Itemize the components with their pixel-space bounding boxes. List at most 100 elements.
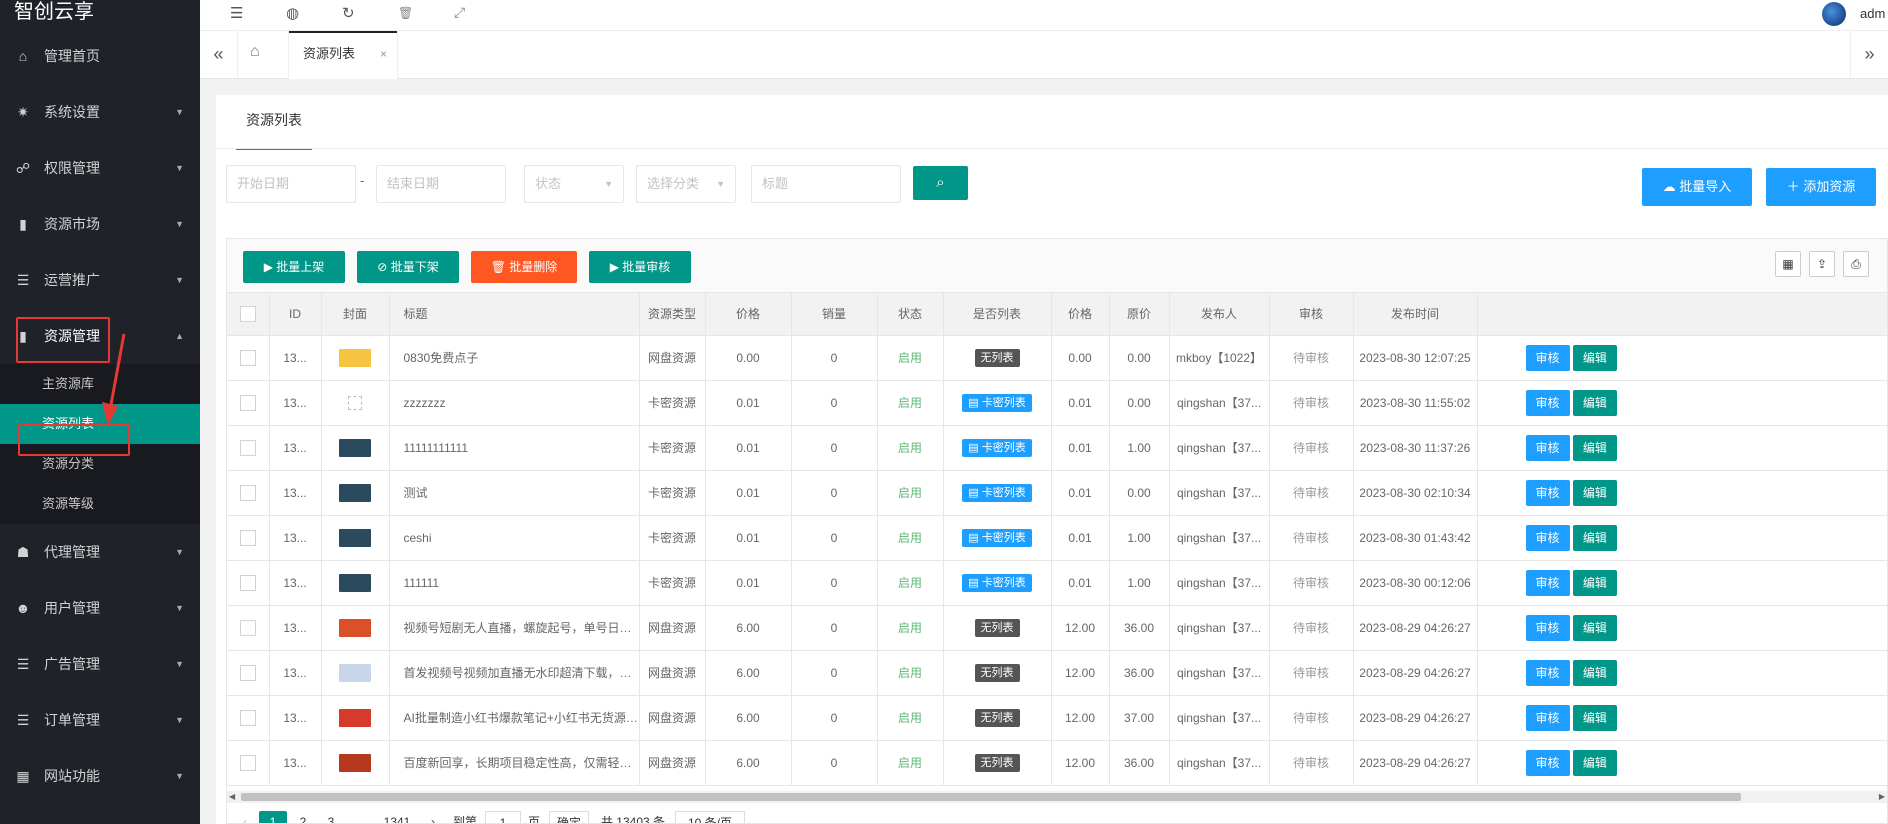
pager-confirm-button[interactable]: 确定 — [549, 811, 589, 823]
columns-filter-icon[interactable]: ▦ — [1775, 251, 1801, 277]
list-badge[interactable]: ▤ 卡密列表 — [962, 528, 1032, 547]
edit-button[interactable]: 编辑 — [1572, 704, 1617, 731]
sidebar-item-7[interactable]: ☻ 用户管理 ▼ — [0, 580, 200, 636]
pager-per-page-select[interactable]: 10 条/页 — [675, 811, 745, 823]
pager-page-2[interactable]: 2 — [291, 811, 315, 823]
title-input[interactable]: 标题 — [751, 165, 901, 203]
start-date-input[interactable]: 开始日期 — [226, 165, 356, 203]
audit-button[interactable]: 审核 — [1525, 569, 1570, 596]
sidebar-item-8[interactable]: ☰ 广告管理 ▼ — [0, 636, 200, 692]
audit-button[interactable]: 审核 — [1525, 614, 1570, 641]
row-checkbox[interactable] — [227, 380, 270, 426]
batch-delete-button[interactable]: 🗑 批量删除 — [471, 251, 577, 283]
col-original-price[interactable]: 原价 — [1109, 293, 1170, 336]
batch-on-button[interactable]: ▶ 批量上架 — [243, 251, 345, 283]
sidebar-item-1[interactable]: ✷ 系统设置 ▼ — [0, 84, 200, 140]
category-select[interactable]: 选择分类 ▼ — [636, 165, 736, 203]
row-checkbox[interactable] — [227, 650, 270, 696]
row-checkbox[interactable] — [227, 560, 270, 606]
edit-button[interactable]: 编辑 — [1572, 389, 1617, 416]
col-publisher[interactable]: 发布人 — [1169, 293, 1270, 336]
scroll-right-icon[interactable]: ▶ — [1879, 791, 1885, 803]
audit-button[interactable]: 审核 — [1525, 344, 1570, 371]
content-tab-resource-list[interactable]: 资源列表 — [236, 95, 312, 150]
sidebar-item-2[interactable]: ☍ 权限管理 ▼ — [0, 140, 200, 196]
edit-button[interactable]: 编辑 — [1572, 569, 1617, 596]
print-icon[interactable]: ⎙ — [1843, 251, 1869, 277]
col-has-list[interactable]: 是否列表 — [943, 293, 1052, 336]
globe-icon[interactable]: ◍ — [286, 4, 299, 22]
sidebar-item-0[interactable]: ⌂ 管理首页 — [0, 28, 200, 84]
col-price[interactable]: 价格 — [705, 293, 792, 336]
batch-off-button[interactable]: ⊘ 批量下架 — [357, 251, 459, 283]
audit-button[interactable]: 审核 — [1525, 434, 1570, 461]
row-checkbox[interactable] — [227, 470, 270, 516]
pager-goto-input[interactable]: 1 — [485, 811, 521, 823]
sidebar-item-3[interactable]: ▮ 资源市场 ▼ — [0, 196, 200, 252]
row-checkbox[interactable] — [227, 695, 270, 741]
scrollbar-thumb[interactable] — [241, 793, 1741, 801]
list-badge[interactable]: 无列表 — [974, 663, 1020, 682]
end-date-input[interactable]: 结束日期 — [376, 165, 506, 203]
pager-page-1[interactable]: 1 — [259, 811, 287, 823]
audit-button[interactable]: 审核 — [1525, 389, 1570, 416]
audit-button[interactable]: 审核 — [1525, 479, 1570, 506]
audit-button[interactable]: 审核 — [1525, 749, 1570, 776]
pager-page-last[interactable]: 1341 — [377, 811, 417, 823]
trash-icon[interactable]: 🗑 — [398, 6, 413, 20]
edit-button[interactable]: 编辑 — [1572, 479, 1617, 506]
close-icon[interactable]: × — [380, 31, 387, 77]
sidebar-item-6[interactable]: ☗ 代理管理 ▼ — [0, 524, 200, 580]
refresh-icon[interactable]: ↻ — [342, 4, 355, 22]
col-cover[interactable]: 封面 — [321, 293, 390, 336]
list-badge[interactable]: 无列表 — [974, 708, 1020, 727]
scroll-left-icon[interactable]: ◀ — [229, 791, 235, 803]
sidebar-item-9[interactable]: ☰ 订单管理 ▼ — [0, 692, 200, 748]
list-badge[interactable]: ▤ 卡密列表 — [962, 438, 1032, 457]
fullscreen-icon[interactable]: ⤢ — [454, 4, 465, 21]
list-badge[interactable]: ▤ 卡密列表 — [962, 393, 1032, 412]
row-checkbox[interactable] — [227, 740, 270, 786]
tabs-scroll-left-icon[interactable]: « — [200, 31, 238, 79]
search-button[interactable]: ⌕ — [913, 166, 968, 200]
pager-page-3[interactable]: 3 — [319, 811, 343, 823]
audit-button[interactable]: 审核 — [1525, 659, 1570, 686]
row-checkbox[interactable] — [227, 425, 270, 471]
menu-fold-icon[interactable]: ☰ — [230, 4, 243, 22]
user-name[interactable]: adm — [1860, 6, 1885, 21]
audit-button[interactable]: 审核 — [1525, 524, 1570, 551]
col-title[interactable]: 标题 — [389, 293, 640, 336]
sidebar-item-4[interactable]: ☰ 运营推广 ▼ — [0, 252, 200, 308]
edit-button[interactable]: 编辑 — [1572, 434, 1617, 461]
pager-next[interactable]: › — [423, 811, 443, 823]
avatar[interactable] — [1822, 2, 1846, 26]
col-sales[interactable]: 销量 — [791, 293, 878, 336]
col-status[interactable]: 状态 — [877, 293, 944, 336]
list-badge[interactable]: 无列表 — [974, 348, 1020, 367]
add-resource-button[interactable]: ＋ 添加资源 — [1766, 168, 1876, 206]
col-publish-time[interactable]: 发布时间 — [1353, 293, 1478, 336]
edit-button[interactable]: 编辑 — [1572, 749, 1617, 776]
list-badge[interactable]: 无列表 — [974, 618, 1020, 637]
batch-import-button[interactable]: ☁ 批量导入 — [1642, 168, 1752, 206]
col-price-2[interactable]: 价格 — [1051, 293, 1110, 336]
horizontal-scrollbar[interactable]: ◀ ▶ — [227, 791, 1887, 803]
sidebar-item-10[interactable]: ▦ 网站功能 ▼ — [0, 748, 200, 804]
edit-button[interactable]: 编辑 — [1572, 614, 1617, 641]
tab-resource-list[interactable]: 资源列表 × — [288, 31, 398, 79]
export-icon[interactable]: ⇪ — [1809, 251, 1835, 277]
list-badge[interactable]: ▤ 卡密列表 — [962, 483, 1032, 502]
col-audit[interactable]: 审核 — [1269, 293, 1354, 336]
list-badge[interactable]: ▤ 卡密列表 — [962, 573, 1032, 592]
tabs-scroll-right-icon[interactable]: » — [1850, 31, 1888, 79]
home-icon[interactable]: ⌂ — [250, 43, 260, 61]
edit-button[interactable]: 编辑 — [1572, 659, 1617, 686]
audit-button[interactable]: 审核 — [1525, 704, 1570, 731]
edit-button[interactable]: 编辑 — [1572, 344, 1617, 371]
col-type[interactable]: 资源类型 — [639, 293, 706, 336]
row-checkbox[interactable] — [227, 335, 270, 381]
pager-prev[interactable]: ‹ — [237, 811, 253, 823]
list-badge[interactable]: 无列表 — [974, 753, 1020, 772]
batch-audit-button[interactable]: ▶ 批量审核 — [589, 251, 691, 283]
status-select[interactable]: 状态 ▼ — [524, 165, 624, 203]
